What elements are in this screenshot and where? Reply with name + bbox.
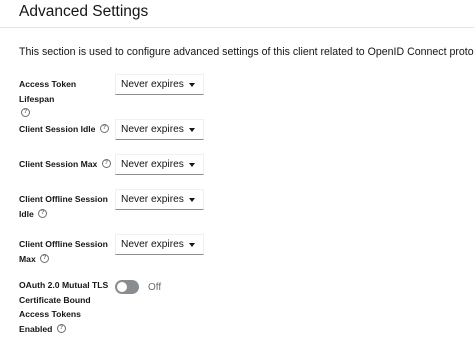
- client-session-max-select[interactable]: Never expires: [115, 154, 204, 175]
- select-value: Never expires: [121, 159, 184, 170]
- mtls-text-2: Certificate Bound: [19, 294, 91, 305]
- mtls-toggle[interactable]: [115, 280, 139, 294]
- select-value: Never expires: [121, 79, 184, 90]
- client-session-idle-text: Client Session Idle: [19, 124, 96, 134]
- caret-down-icon: [189, 163, 195, 167]
- client-offline-session-idle-label: Client Offline Session Idle ?: [19, 192, 111, 221]
- client-session-idle-select[interactable]: Never expires: [115, 119, 204, 140]
- mtls-toggle-state: Off: [148, 282, 162, 293]
- caret-down-icon: [189, 83, 195, 87]
- select-value: Never expires: [121, 194, 184, 205]
- client-offline-session-max-select[interactable]: Never expires: [115, 234, 204, 255]
- client-offline-session-idle-text: Client Offline Session: [19, 194, 108, 204]
- caret-down-icon: [189, 198, 195, 202]
- help-icon[interactable]: ?: [99, 124, 109, 134]
- client-session-max-text: Client Session Max: [19, 159, 98, 169]
- help-icon[interactable]: ?: [56, 324, 66, 334]
- mtls-text-3: Access Tokens: [19, 309, 81, 320]
- help-icon[interactable]: ?: [40, 253, 50, 263]
- caret-down-icon: [189, 243, 195, 247]
- page-title: Advanced Settings: [19, 3, 149, 20]
- toggle-knob: [117, 282, 127, 292]
- title-divider: [0, 27, 474, 28]
- help-icon[interactable]: ?: [21, 108, 30, 118]
- access-token-lifespan-text: Access Token Lifespan: [19, 79, 77, 104]
- client-offline-session-idle-select[interactable]: Never expires: [115, 189, 204, 210]
- access-token-lifespan-select[interactable]: Never expires: [115, 74, 204, 95]
- client-offline-session-max-label: Client Offline Session Max ?: [19, 237, 111, 266]
- client-session-idle-label: Client Session Idle ?: [19, 122, 119, 137]
- mtls-label: OAuth 2.0 Mutual TLS Certificate Bound A…: [19, 278, 111, 336]
- select-value: Never expires: [121, 239, 184, 250]
- mtls-text-4: Enabled: [19, 323, 53, 334]
- client-offline-session-idle-text-2: Idle: [19, 208, 34, 219]
- help-icon[interactable]: ?: [38, 208, 48, 218]
- client-offline-session-max-text: Client Offline Session: [19, 239, 108, 249]
- section-description: This section is used to configure advanc…: [19, 46, 474, 58]
- select-value: Never expires: [121, 124, 184, 135]
- mtls-text-1: OAuth 2.0 Mutual TLS: [19, 280, 109, 290]
- client-offline-session-max-text-2: Max: [19, 253, 36, 264]
- access-token-lifespan-label: Access Token Lifespan ?: [19, 77, 111, 121]
- client-session-max-label: Client Session Max ?: [19, 157, 119, 172]
- caret-down-icon: [189, 128, 195, 132]
- help-icon[interactable]: ?: [101, 159, 111, 169]
